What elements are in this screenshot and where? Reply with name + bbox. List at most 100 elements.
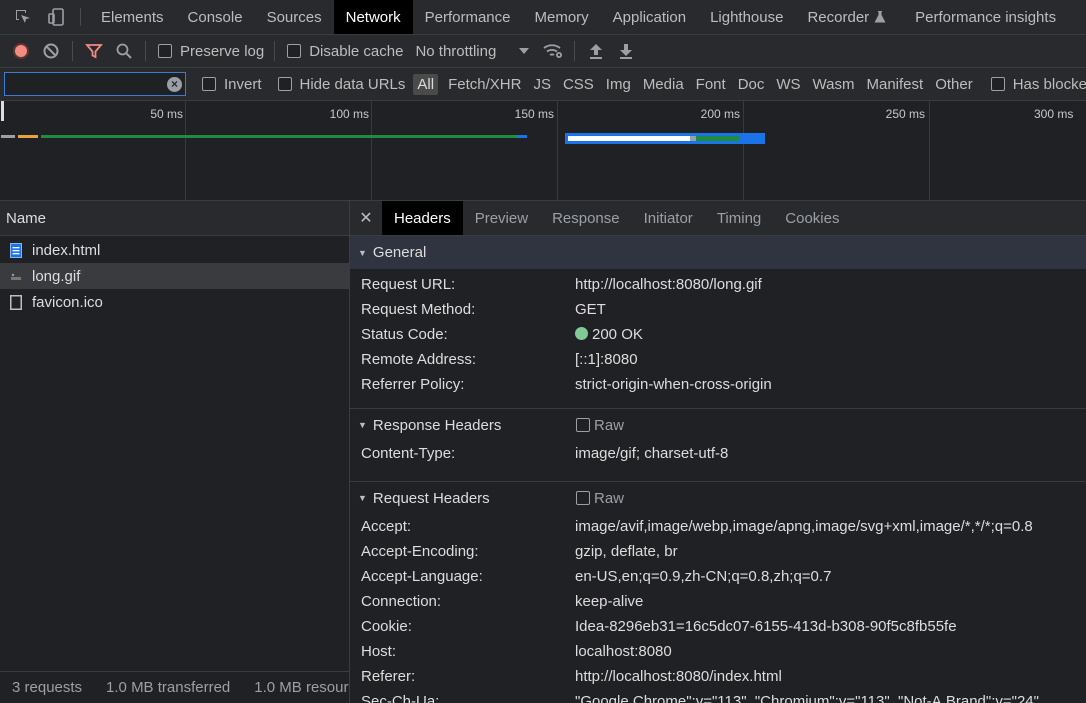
tab-performance[interactable]: Performance <box>413 0 523 34</box>
tab-network[interactable]: Network <box>333 0 413 34</box>
triangle-down-icon: ▼ <box>358 420 367 430</box>
filter-type-ws[interactable]: WS <box>770 76 806 93</box>
header-value: [::1]:8080 <box>575 351 638 368</box>
request-headers-section-header[interactable]: ▼ Request Headers Raw <box>350 481 1086 514</box>
header-value: Idea-8296eb31=16c5dc07-6155-413d-b308-90… <box>575 618 957 635</box>
filter-type-css[interactable]: CSS <box>557 76 600 93</box>
hide-data-urls-checkbox[interactable]: Hide data URLs <box>277 75 406 93</box>
export-har-button[interactable] <box>611 36 641 66</box>
filter-type-font[interactable]: Font <box>690 76 732 93</box>
raw-toggle[interactable]: Raw <box>576 417 624 434</box>
filter-input[interactable] <box>5 73 185 95</box>
tab-preview[interactable]: Preview <box>463 201 540 235</box>
request-row-selected[interactable]: long.gif <box>0 263 349 289</box>
checkbox[interactable] <box>576 491 590 505</box>
timeline-bar-long-gif-download <box>696 136 740 141</box>
raw-toggle[interactable]: Raw <box>576 490 624 507</box>
header-row: Accept-Encoding: gzip, deflate, br <box>350 539 1086 564</box>
header-value: image/gif; charset-utf-8 <box>575 445 729 462</box>
header-key: Cookie: <box>361 618 412 635</box>
disable-cache-checkbox[interactable]: Disable cache <box>287 43 403 60</box>
tab-application[interactable]: Application <box>601 0 698 34</box>
section-title: General <box>372 244 427 261</box>
timeline-gridline <box>557 101 558 200</box>
tab-initiator[interactable]: Initiator <box>632 201 705 235</box>
throttling-value: No throttling <box>415 42 497 60</box>
inspect-element-icon[interactable] <box>6 0 40 34</box>
timeline-selection-handle[interactable] <box>1 101 4 121</box>
tab-recorder[interactable]: Recorder <box>795 0 891 34</box>
checkbox[interactable] <box>990 77 1005 91</box>
checkbox[interactable] <box>202 77 216 91</box>
preserve-log-label: Preserve log <box>180 42 265 60</box>
checkbox[interactable] <box>158 44 172 58</box>
filter-button[interactable] <box>79 36 109 66</box>
filter-type-img[interactable]: Img <box>600 76 637 93</box>
checkbox[interactable] <box>277 77 292 91</box>
response-headers-section-header[interactable]: ▼ Response Headers Raw <box>350 408 1086 441</box>
hide-data-urls-label: Hide data URLs <box>299 75 406 93</box>
clear-button[interactable] <box>36 36 66 66</box>
tab-console[interactable]: Console <box>176 0 255 34</box>
header-value: image/avif,image/webp,image/apng,image/s… <box>575 518 1033 535</box>
request-name: favicon.ico <box>32 293 103 311</box>
header-value: "Google Chrome";v="113", "Chromium";v="1… <box>575 693 1039 703</box>
invert-checkbox[interactable]: Invert <box>202 76 262 93</box>
request-details-pane: ✕ Headers Preview Response Initiator Tim… <box>350 201 1086 703</box>
section-title: Response Headers <box>372 416 502 434</box>
tab-performance-insights[interactable]: Performance insights <box>891 0 1068 34</box>
filter-type-other[interactable]: Other <box>929 76 979 93</box>
checkbox[interactable] <box>576 418 590 432</box>
triangle-down-icon: ▼ <box>358 247 367 258</box>
search-button[interactable] <box>109 36 139 66</box>
clear-filter-icon[interactable]: × <box>167 77 182 92</box>
tab-timing[interactable]: Timing <box>705 201 773 235</box>
timeline-gridline <box>743 101 744 200</box>
header-value: http://localhost:8080/index.html <box>575 668 782 685</box>
header-key: Accept: <box>361 518 412 535</box>
request-row[interactable]: favicon.ico <box>0 289 349 315</box>
filter-type-manifest[interactable]: Manifest <box>861 76 930 93</box>
tab-lighthouse[interactable]: Lighthouse <box>698 0 795 34</box>
header-key: Request URL: <box>361 276 456 293</box>
network-conditions-button[interactable] <box>538 36 568 66</box>
timeline-tick-label: 150 ms <box>514 107 554 121</box>
search-icon <box>116 43 132 59</box>
tab-elements[interactable]: Elements <box>89 0 176 34</box>
header-value: GET <box>575 301 606 318</box>
timeline-tick-label: 100 ms <box>329 107 369 121</box>
has-blocked-cookies-checkbox[interactable]: Has blocked cookies <box>990 76 1086 93</box>
tab-headers[interactable]: Headers <box>382 201 463 235</box>
filter-type-fetch-xhr[interactable]: Fetch/XHR <box>442 76 527 93</box>
device-toolbar-icon[interactable] <box>40 0 74 34</box>
filter-type-media[interactable]: Media <box>637 76 690 93</box>
checkbox[interactable] <box>287 44 302 58</box>
header-key: Host: <box>361 643 397 660</box>
file-icon <box>10 294 22 310</box>
filter-type-js[interactable]: JS <box>527 76 557 93</box>
filter-type-doc[interactable]: Doc <box>732 76 771 93</box>
name-column-header[interactable]: Name <box>0 201 349 236</box>
transferred-size: 1.0 MB transferred <box>106 679 231 696</box>
timeline-gridline <box>929 101 930 200</box>
timeline-bar-index <box>517 135 527 138</box>
filter-type-all[interactable]: All <box>413 73 439 95</box>
close-details-icon[interactable]: ✕ <box>350 201 382 235</box>
tab-memory[interactable]: Memory <box>523 0 601 34</box>
request-row[interactable]: index.html <box>0 237 349 263</box>
tab-response[interactable]: Response <box>540 201 632 235</box>
divider <box>80 8 81 26</box>
preserve-log-checkbox[interactable]: Preserve log <box>158 43 264 60</box>
tab-recorder-label: Recorder <box>807 8 870 26</box>
record-button[interactable] <box>6 36 36 66</box>
general-section-header[interactable]: ▼ General <box>350 236 1086 269</box>
divider <box>574 41 576 61</box>
filter-type-wasm[interactable]: Wasm <box>807 76 861 93</box>
invert-label: Invert <box>224 75 262 93</box>
network-overview-timeline[interactable]: 50 ms 100 ms 150 ms 200 ms 250 ms 300 ms <box>0 101 1086 201</box>
tab-cookies[interactable]: Cookies <box>773 201 851 235</box>
import-har-button[interactable] <box>581 36 611 66</box>
throttling-select[interactable]: No throttling <box>415 43 530 60</box>
tab-sources[interactable]: Sources <box>255 0 334 34</box>
header-value: en-US,en;q=0.9,zh-CN;q=0.8,zh;q=0.7 <box>575 568 832 585</box>
